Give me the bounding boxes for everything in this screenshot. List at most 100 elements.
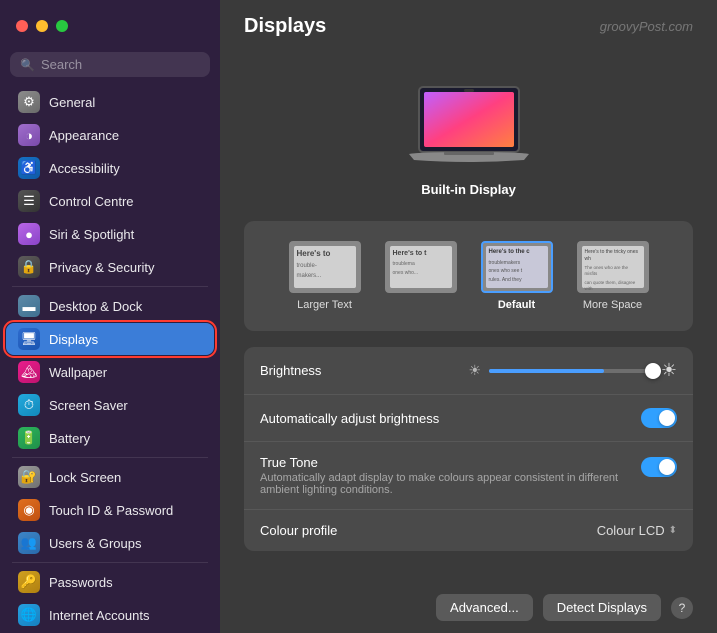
- res-option-default[interactable]: Here's to the c troublemakers ones who s…: [473, 235, 561, 317]
- laptop-icon: [404, 82, 534, 172]
- sidebar-item-passwords[interactable]: 🔑Passwords: [6, 566, 214, 598]
- watermark: groovyPost.com: [600, 19, 693, 34]
- search-box[interactable]: 🔍: [10, 52, 210, 77]
- sidebar-icon-wallpaper: 🏔: [18, 361, 40, 383]
- sidebar-label-passwords: Passwords: [49, 575, 113, 590]
- res-option-2[interactable]: Here's to t troublema ones who...: [377, 235, 465, 317]
- sidebar-label-internet-accounts: Internet Accounts: [49, 608, 149, 623]
- resolution-section: Here's to trouble- makers... Larger Text…: [244, 221, 693, 331]
- sidebar-label-accessibility: Accessibility: [49, 161, 120, 176]
- sidebar-label-privacy-security: Privacy & Security: [49, 260, 154, 275]
- sidebar-list: ⚙ General ◑ Appearance ♿ Accessibility ☰ Contro…: [0, 85, 220, 633]
- page-title: Displays: [244, 15, 326, 38]
- sidebar-label-desktop-dock: Desktop & Dock: [49, 299, 142, 314]
- sidebar-icon-accessibility: ♿: [18, 157, 40, 179]
- sidebar-label-lock-screen: Lock Screen: [49, 470, 121, 485]
- auto-brightness-row: Automatically adjust brightness: [244, 395, 693, 442]
- settings-section: Brightness ☀ ☀ Automatically adjust brig…: [244, 347, 693, 551]
- sidebar-item-general[interactable]: ⚙ General: [6, 86, 214, 118]
- main-header: Displays groovyPost.com: [220, 0, 717, 52]
- sidebar-item-battery[interactable]: 🔋 Battery: [6, 422, 214, 454]
- res-label-default: Default: [498, 299, 535, 311]
- brightness-slider-fill: [489, 369, 604, 373]
- sidebar-label-users-groups: Users & Groups: [49, 536, 141, 551]
- true-tone-toggle[interactable]: [641, 457, 677, 477]
- sidebar-divider: [12, 457, 208, 458]
- display-name: Built-in Display: [421, 182, 516, 197]
- sidebar-item-wallpaper[interactable]: 🏔 Wallpaper: [6, 356, 214, 388]
- sidebar-divider: [12, 562, 208, 563]
- sidebar-item-appearance[interactable]: ◑ Appearance: [6, 119, 214, 151]
- main-content: Displays groovyPost.com: [220, 0, 717, 633]
- colour-profile-select[interactable]: Colour LCD ⬍: [597, 523, 677, 538]
- sidebar-label-battery: Battery: [49, 431, 90, 446]
- brightness-high-icon: ☀: [661, 360, 677, 381]
- content-area: Built-in Display Here's to trouble- make…: [220, 52, 717, 582]
- sidebar-label-siri-spotlight: Siri & Spotlight: [49, 227, 134, 242]
- sidebar-item-lock-screen[interactable]: 🔐 Lock Screen: [6, 461, 214, 493]
- sidebar-icon-lock-screen: 🔐: [18, 466, 40, 488]
- close-button[interactable]: [16, 20, 28, 32]
- res-preview-2: Here's to t troublema ones who...: [385, 241, 457, 293]
- sidebar-icon-screen-saver: ⏱: [18, 394, 40, 416]
- sidebar-item-displays[interactable]: 🖥Displays: [6, 323, 214, 355]
- true-tone-row: True Tone Automatically adapt display to…: [244, 442, 693, 510]
- colour-profile-row: Colour profile Colour LCD ⬍: [244, 510, 693, 551]
- true-tone-text: True Tone Automatically adapt display to…: [260, 455, 641, 496]
- sidebar-item-control-centre[interactable]: ☰ Control Centre: [6, 185, 214, 217]
- sidebar-icon-battery: 🔋: [18, 427, 40, 449]
- sidebar-item-accessibility[interactable]: ♿ Accessibility: [6, 152, 214, 184]
- colour-profile-label: Colour profile: [260, 523, 597, 538]
- res-label-more-space: More Space: [583, 299, 642, 311]
- search-input[interactable]: [41, 57, 200, 72]
- true-tone-label: True Tone: [260, 455, 641, 470]
- brightness-label: Brightness: [260, 363, 469, 378]
- sidebar-icon-general: ⚙: [18, 91, 40, 113]
- sidebar-label-screen-saver: Screen Saver: [49, 398, 128, 413]
- res-option-larger-text[interactable]: Here's to trouble- makers... Larger Text: [281, 235, 369, 317]
- sidebar-item-touch-id[interactable]: ◉ Touch ID & Password: [6, 494, 214, 526]
- colour-profile-chevron: ⬍: [669, 525, 677, 536]
- brightness-slider-track[interactable]: [489, 369, 653, 373]
- sidebar-icon-internet-accounts: 🌐: [18, 604, 40, 626]
- auto-brightness-label: Automatically adjust brightness: [260, 411, 641, 426]
- brightness-row: Brightness ☀ ☀: [244, 347, 693, 395]
- sidebar-item-users-groups[interactable]: 👥 Users & Groups: [6, 527, 214, 559]
- res-preview-larger: Here's to trouble- makers...: [289, 241, 361, 293]
- sidebar-label-control-centre: Control Centre: [49, 194, 134, 209]
- sidebar-icon-control-centre: ☰: [18, 190, 40, 212]
- sidebar-icon-users-groups: 👥: [18, 532, 40, 554]
- sidebar-item-internet-accounts[interactable]: 🌐 Internet Accounts: [6, 599, 214, 631]
- sidebar-item-siri-spotlight[interactable]: ● Siri & Spotlight: [6, 218, 214, 250]
- colour-profile-value: Colour LCD: [597, 523, 665, 538]
- brightness-slider-thumb[interactable]: [645, 363, 661, 379]
- sidebar-label-touch-id: Touch ID & Password: [49, 503, 173, 518]
- sidebar-icon-desktop-dock: ▬: [18, 295, 40, 317]
- sidebar-item-screen-saver[interactable]: ⏱ Screen Saver: [6, 389, 214, 421]
- maximize-button[interactable]: [56, 20, 68, 32]
- brightness-low-icon: ☀: [469, 362, 482, 379]
- sidebar-label-appearance: Appearance: [49, 128, 119, 143]
- res-preview-more-space: Here's to the tricky ones wh The ones wh…: [577, 241, 649, 293]
- bottom-bar: Advanced... Detect Displays ?: [220, 582, 717, 633]
- detect-displays-button[interactable]: Detect Displays: [543, 594, 661, 621]
- brightness-slider-container: ☀ ☀: [469, 360, 678, 381]
- sidebar-divider: [12, 286, 208, 287]
- sidebar-icon-appearance: ◑: [18, 124, 40, 146]
- sidebar-item-privacy-security[interactable]: 🔒Privacy & Security: [6, 251, 214, 283]
- title-bar: [0, 0, 220, 52]
- sidebar-icon-touch-id: ◉: [18, 499, 40, 521]
- sidebar-label-general: General: [49, 95, 95, 110]
- sidebar-icon-siri-spotlight: ●: [18, 223, 40, 245]
- advanced-button[interactable]: Advanced...: [436, 594, 533, 621]
- sidebar-icon-displays: 🖥: [18, 328, 40, 350]
- sidebar: 🔍 ⚙ General ◑ Appearance ♿ Accessibility ☰ Cont…: [0, 0, 220, 633]
- true-tone-sublabel: Automatically adapt display to make colo…: [260, 472, 641, 496]
- search-icon: 🔍: [20, 58, 35, 72]
- help-button[interactable]: ?: [671, 597, 693, 619]
- minimize-button[interactable]: [36, 20, 48, 32]
- sidebar-label-wallpaper: Wallpaper: [49, 365, 107, 380]
- res-option-more-space[interactable]: Here's to the tricky ones wh The ones wh…: [569, 235, 657, 317]
- sidebar-item-desktop-dock[interactable]: ▬ Desktop & Dock: [6, 290, 214, 322]
- auto-brightness-toggle[interactable]: [641, 408, 677, 428]
